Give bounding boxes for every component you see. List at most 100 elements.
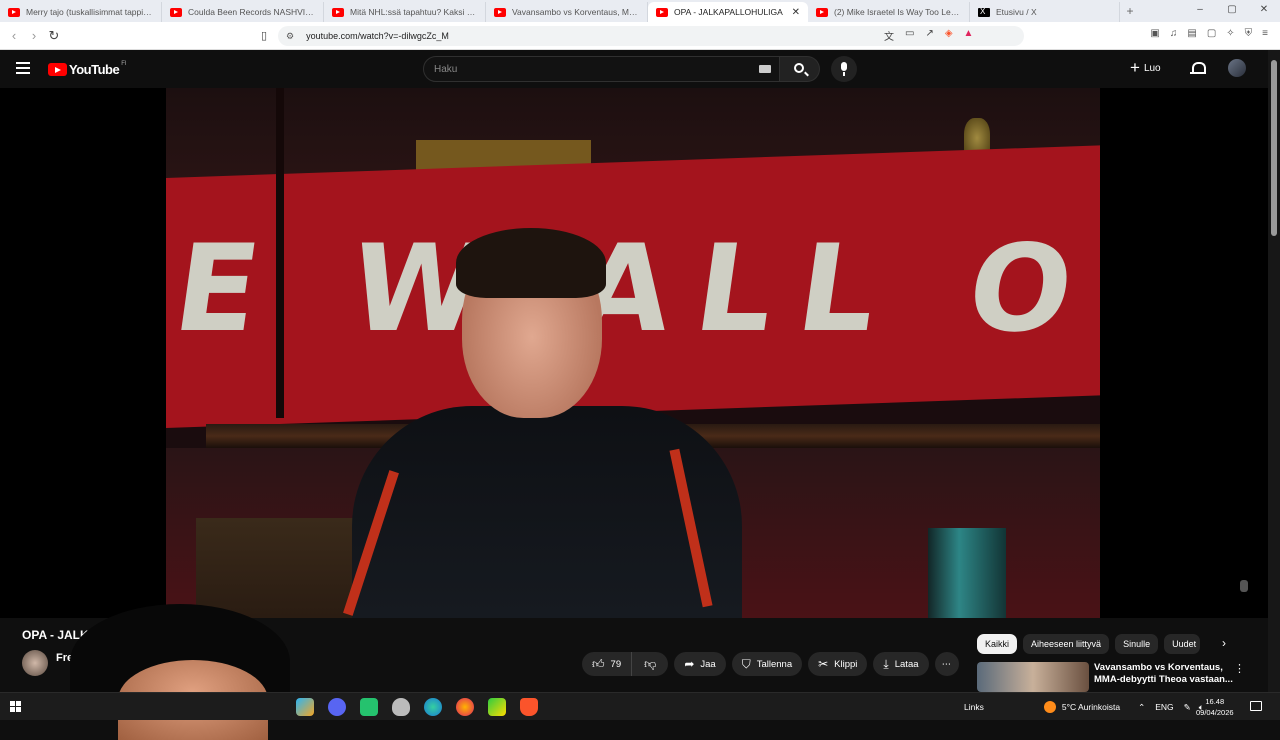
menu-icon[interactable]: ≡ — [1262, 28, 1268, 39]
youtube-icon — [816, 7, 828, 17]
chat-app-icon[interactable] — [360, 698, 378, 716]
thumbs-down-icon: 👎︎ — [644, 656, 657, 671]
media-icon[interactable]: ♫ — [1170, 28, 1178, 39]
recommendation-title[interactable]: Vavansambo vs Korventaus, MMA-debyytti T… — [1094, 662, 1234, 686]
system-tray: Links 5°C Aurinkoista ⌃ ENG ✎ 🔈︎ — [964, 693, 1204, 721]
reader-icon[interactable]: ▤ — [1187, 28, 1196, 39]
maximize-button[interactable]: ▢ — [1216, 0, 1248, 22]
browser-tab[interactable]: Merry tajo (tuskallisimmat tappiot) — [0, 2, 162, 22]
youtube-icon — [170, 7, 182, 17]
vpn-icon[interactable]: ⛨ — [1245, 28, 1253, 39]
window-controls: – ▢ ✕ — [1184, 0, 1280, 22]
store-app-icon[interactable] — [296, 698, 314, 716]
translate-icon[interactable]: 文 — [884, 28, 894, 43]
extensions-icon[interactable]: ✧ — [1226, 28, 1234, 39]
clip-button[interactable]: ✂ Klippi — [808, 652, 868, 676]
avatar[interactable] — [1228, 59, 1246, 77]
youtube-header: YouTube FI Haku + Luo — [0, 50, 1268, 88]
close-tab-icon[interactable]: ✕ — [792, 7, 800, 18]
sidebar-icon[interactable]: ▣ — [1150, 28, 1159, 39]
brave-rewards-icon[interactable]: ▲ — [964, 28, 974, 43]
drinking-glass — [928, 528, 1006, 618]
wallet-icon[interactable]: ▢ — [1207, 28, 1216, 39]
tray-chevron-icon[interactable]: ⌃ — [1138, 702, 1145, 713]
video-frame: E W ALL O — [166, 88, 1100, 618]
like-button[interactable]: 👍︎ 79 — [582, 652, 633, 676]
address-bar-row: ‹ › ↻ ▯ ⚙ youtube.com/watch?v=-dilwgcZc_… — [0, 22, 1280, 50]
weather-sun-icon[interactable] — [1043, 701, 1056, 713]
browser-tab-active[interactable]: OPA - JALKAPALLOHULIGA ✕ — [648, 2, 808, 22]
weather-text[interactable]: 5°C Aurinkoista — [1062, 702, 1120, 712]
pen-icon[interactable]: ✎ — [1184, 702, 1191, 713]
page-scrollbar[interactable] — [1268, 50, 1280, 692]
new-tab-button[interactable]: + — [1120, 4, 1140, 18]
browser-tab[interactable]: (2) Mike Israetel Is Way Too Lean - 3 — [808, 2, 970, 22]
share-page-icon[interactable]: ↗ — [925, 28, 933, 43]
browser-tab[interactable]: X Etusivu / X — [970, 2, 1120, 22]
brave-icon[interactable] — [520, 698, 538, 716]
share-button[interactable]: ➦ Jaa — [674, 652, 726, 676]
mic-indicator-icon — [1240, 580, 1248, 592]
clock-date: 09/04/2026 — [1196, 708, 1234, 717]
site-info-icon[interactable]: ⚙ — [286, 31, 294, 42]
wall-banner-text: E W ALL O — [166, 220, 1100, 359]
bookmark-save-icon: ⛉ — [741, 656, 751, 671]
address-actions: 文 ▭ ↗ ◈ ▲ — [884, 28, 973, 43]
shield-app-icon[interactable] — [392, 698, 410, 716]
lang-indicator[interactable]: ENG — [1155, 702, 1173, 712]
x-icon: X — [978, 7, 990, 17]
windows-start-icon[interactable] — [10, 701, 21, 712]
save-button[interactable]: ⛉ Tallenna — [731, 652, 803, 676]
scrollbar-thumb[interactable] — [1271, 60, 1277, 236]
notifications-bell-icon[interactable] — [1190, 61, 1206, 75]
chip-all[interactable]: Kaikki — [977, 634, 1018, 654]
bookmark-icon[interactable]: ▯ — [254, 29, 274, 42]
more-icon: ⋯ — [941, 658, 952, 670]
recommendation-more-icon[interactable]: ⋮ — [1234, 662, 1245, 675]
back-icon[interactable]: ‹ — [4, 28, 24, 43]
minimize-button[interactable]: – — [1184, 0, 1216, 22]
cast-icon[interactable]: ▭ — [905, 28, 914, 43]
firefox-icon[interactable] — [456, 698, 474, 716]
browser-tab-bar: Merry tajo (tuskallisimmat tappiot) Coul… — [0, 0, 1280, 22]
search-icon — [794, 63, 804, 73]
youtube-icon — [8, 7, 20, 17]
taskbar-clock[interactable]: 16.48 09/04/2026 — [1196, 696, 1234, 718]
browser-tab[interactable]: Coulda Been Records NASHVILLE A — [162, 2, 324, 22]
hamburger-menu-icon[interactable] — [16, 62, 30, 77]
chip-related[interactable]: Aiheeseen liittyvä — [1023, 634, 1110, 654]
media-player-icon[interactable] — [488, 698, 506, 716]
youtube-icon — [332, 7, 344, 17]
related-chips: Kaikki Aiheeseen liittyvä Sinulle Uudet — [977, 634, 1201, 654]
edge-icon[interactable] — [424, 698, 442, 716]
youtube-icon — [656, 7, 668, 17]
search-button[interactable] — [780, 56, 820, 82]
discord-icon[interactable] — [328, 698, 346, 716]
video-player[interactable]: E W ALL O — [0, 88, 1268, 618]
recommendation-thumbnail[interactable] — [977, 662, 1089, 692]
youtube-play-icon — [48, 63, 67, 76]
browser-tab[interactable]: Vavansambo vs Korventaus, MMA-d — [486, 2, 648, 22]
taskbar-apps — [296, 698, 538, 716]
chip-new[interactable]: Uudet — [1164, 634, 1201, 654]
clock-time: 16.48 — [1205, 697, 1225, 706]
download-button[interactable]: ⤓ Lataa — [873, 652, 929, 676]
close-window-button[interactable]: ✕ — [1248, 0, 1280, 22]
chip-for-you[interactable]: Sinulle — [1115, 634, 1159, 654]
youtube-logo[interactable]: YouTube FI — [48, 61, 127, 77]
forward-icon[interactable]: › — [24, 28, 44, 43]
voice-search-icon[interactable] — [831, 56, 857, 82]
browser-tab[interactable]: Mitä NHL:ssä tapahtuu? Kaksi valme — [324, 2, 486, 22]
notifications-icon[interactable] — [1250, 701, 1262, 711]
brave-shield-icon[interactable]: ◈ — [945, 28, 953, 43]
dislike-button[interactable]: 👎︎ — [632, 652, 669, 676]
keyboard-icon[interactable] — [759, 65, 771, 73]
like-dislike-group: 👍︎ 79 👎︎ — [582, 652, 669, 676]
links-toolbar[interactable]: Links — [964, 702, 984, 712]
more-actions-button[interactable]: ⋯ — [934, 652, 959, 676]
create-button[interactable]: + Luo — [1130, 59, 1161, 76]
chevron-right-icon[interactable]: › — [1222, 636, 1226, 650]
channel-avatar[interactable] — [22, 650, 48, 676]
search-input[interactable]: Haku — [423, 56, 780, 82]
reload-icon[interactable]: ↻ — [44, 28, 64, 44]
